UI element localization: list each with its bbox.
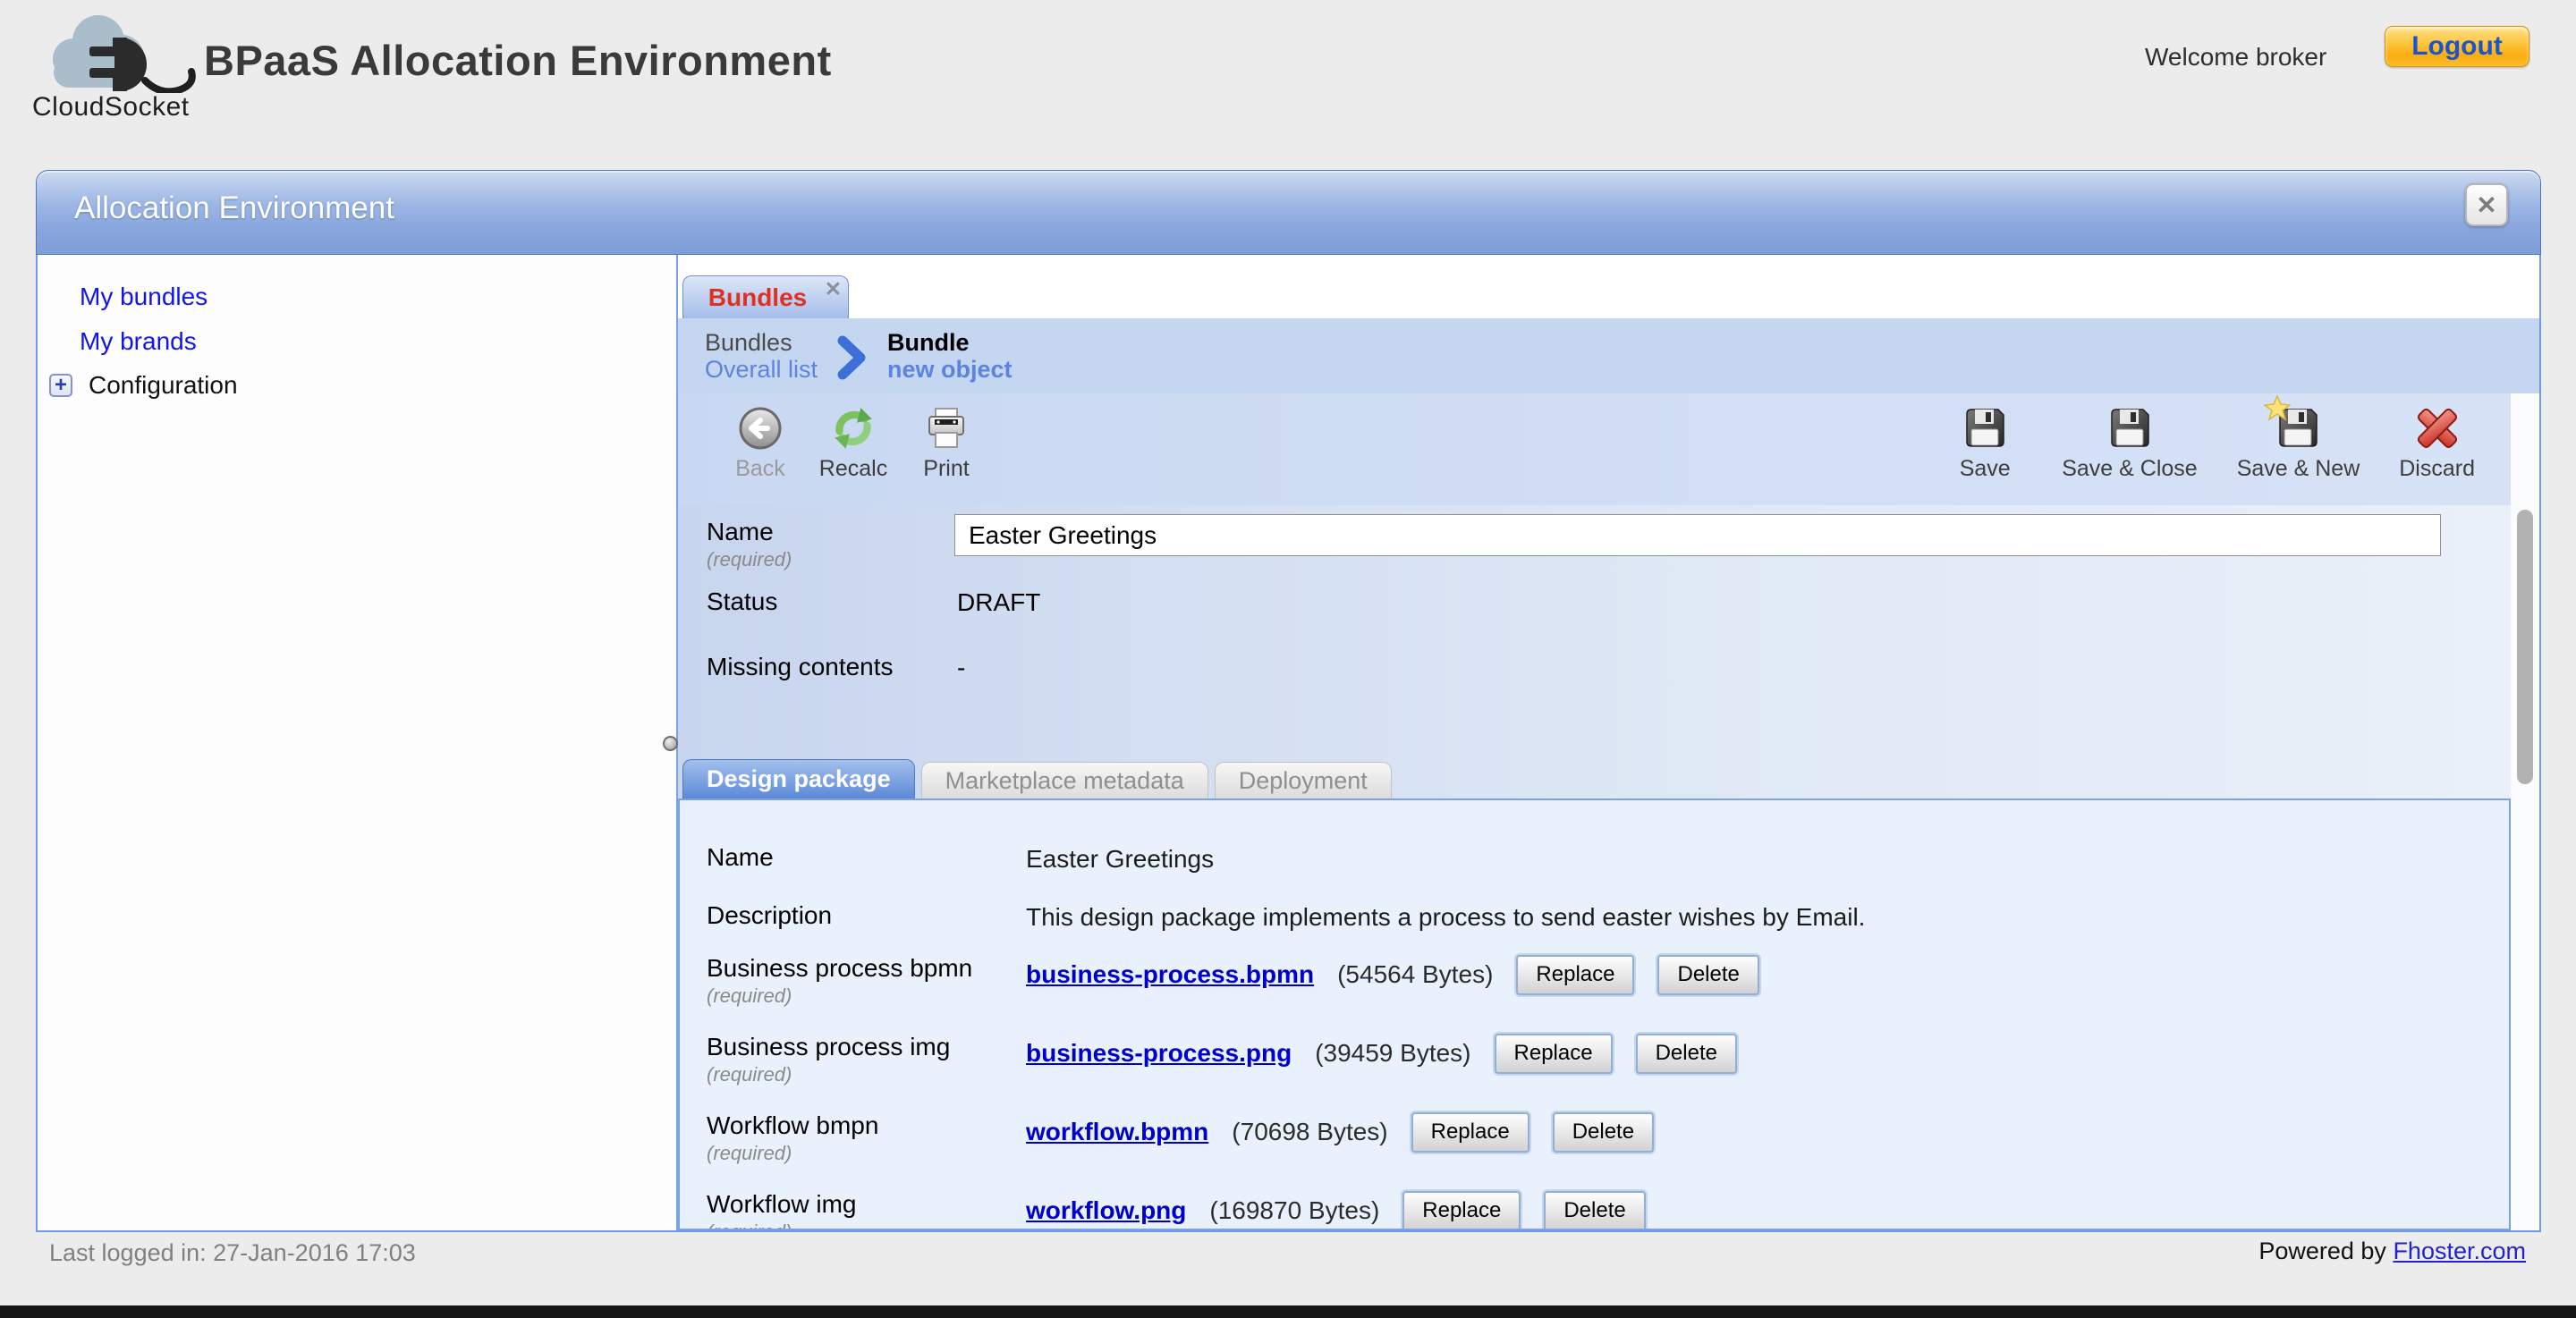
recalc-button[interactable]: Recalc xyxy=(807,402,900,505)
content-left: Back xyxy=(678,393,2511,1230)
powered-by: Powered by Fhoster.com xyxy=(2258,1238,2526,1265)
new-star-icon xyxy=(2264,395,2291,422)
footer: Last logged in: 27-Jan-2016 17:03 Powere… xyxy=(0,1232,2576,1318)
toolbar: Back xyxy=(678,393,2511,505)
scrollbar-thumb[interactable] xyxy=(2517,510,2533,784)
sidebar-item-my-brands[interactable]: My brands xyxy=(38,319,676,364)
name-label: Name xyxy=(707,518,774,546)
tab-marketplace-metadata[interactable]: Marketplace metadata xyxy=(921,762,1208,798)
close-icon: ✕ xyxy=(2476,190,2496,220)
back-button[interactable]: Back xyxy=(714,402,807,505)
print-icon xyxy=(923,405,970,452)
save-close-button[interactable]: Save & Close xyxy=(2053,402,2206,505)
delete-button[interactable]: Delete xyxy=(1657,955,1758,995)
breadcrumb: Bundles Overall list Bundle new object xyxy=(678,318,2539,393)
content-main-row: Back xyxy=(678,393,2539,1230)
cloud-plug-icon xyxy=(27,7,210,93)
delete-button[interactable]: Delete xyxy=(1636,1034,1737,1074)
breadcrumb-bundles: Bundles xyxy=(705,329,818,356)
content-area: Bundles ✕ Bundles Overall list Bundle xyxy=(676,255,2539,1230)
configuration-label: Configuration xyxy=(89,371,238,400)
expand-plus-icon[interactable]: + xyxy=(49,374,72,397)
window-titlebar: Allocation Environment ✕ xyxy=(36,170,2541,255)
breadcrumb-level-2: Bundle new object xyxy=(887,329,1013,383)
save-button[interactable]: Save xyxy=(1938,402,2031,505)
dp-file-row: Workflow bmpn (required) workflow.bpmn (… xyxy=(707,1111,2491,1165)
sidebar-resize-handle[interactable] xyxy=(663,736,678,751)
discard-icon xyxy=(2413,404,2462,452)
print-button[interactable]: Print xyxy=(900,402,993,505)
file-link[interactable]: business-process.png xyxy=(1026,1039,1292,1068)
tab-design-package[interactable]: Design package xyxy=(682,759,915,798)
file-link[interactable]: business-process.bpmn xyxy=(1026,960,1314,989)
toolbar-actions: Save xyxy=(1938,402,2484,505)
fhoster-link[interactable]: Fhoster.com xyxy=(2393,1238,2526,1264)
breadcrumb-level-1: Bundles Overall list xyxy=(705,329,818,383)
sidebar-item-my-bundles[interactable]: My bundles xyxy=(38,275,676,319)
breadcrumb-new-object: new object xyxy=(887,356,1013,383)
sidebar: My bundles My brands + Configuration xyxy=(38,255,676,1230)
file-size: (39459 Bytes) xyxy=(1315,1039,1470,1068)
tab-bundles-label: Bundles xyxy=(708,283,807,312)
last-login-text: Last logged in: 27-Jan-2016 17:03 xyxy=(49,1239,416,1267)
dp-file-row: Business process bpmn (required) busines… xyxy=(707,954,2491,1008)
dp-description-label: Description xyxy=(707,901,1026,930)
bottom-bar xyxy=(0,1305,2576,1318)
recalc-icon xyxy=(829,404,877,452)
file-link[interactable]: workflow.png xyxy=(1026,1196,1186,1225)
tab-bundles[interactable]: Bundles ✕ xyxy=(682,275,849,318)
tab-bar: Bundles ✕ xyxy=(678,255,2539,318)
vertical-scrollbar[interactable] xyxy=(2511,393,2539,1230)
design-package-panel: Name Easter Greetings Description This d… xyxy=(678,798,2511,1230)
file-link[interactable]: workflow.bpmn xyxy=(1026,1118,1208,1146)
file-size: (169870 Bytes) xyxy=(1209,1196,1379,1225)
detail-tab-bar: Design package Marketplace metadata Depl… xyxy=(678,754,2511,798)
page-title: BPaaS Allocation Environment xyxy=(204,36,832,85)
replace-button[interactable]: Replace xyxy=(1516,955,1634,995)
delete-button[interactable]: Delete xyxy=(1553,1112,1654,1153)
tab-deployment[interactable]: Deployment xyxy=(1215,762,1392,798)
window-close-button[interactable]: ✕ xyxy=(2465,183,2508,226)
bundle-form: Name (required) Status DRAFT Missing con… xyxy=(678,505,2511,754)
dp-name-value: Easter Greetings xyxy=(1026,843,2491,875)
dp-name-row: Name Easter Greetings xyxy=(707,843,2491,875)
name-required-label: (required) xyxy=(707,548,792,571)
replace-button[interactable]: Replace xyxy=(1402,1191,1521,1231)
status-label: Status xyxy=(707,587,777,616)
cloudsocket-logo: CloudSocket xyxy=(27,7,224,123)
name-input[interactable] xyxy=(954,514,2441,556)
logo-wordmark: CloudSocket xyxy=(32,92,224,123)
file-size: (70698 Bytes) xyxy=(1232,1118,1387,1146)
save-new-button[interactable]: Save & New xyxy=(2228,402,2369,505)
dp-file-row: Business process img (required) business… xyxy=(707,1033,2491,1086)
top-header: CloudSocket BPaaS Allocation Environment… xyxy=(0,0,2576,170)
dp-file-row: Workflow img (required) workflow.png (16… xyxy=(707,1190,2491,1230)
sidebar-item-configuration[interactable]: + Configuration xyxy=(38,364,676,407)
status-value: DRAFT xyxy=(957,588,1040,617)
replace-button[interactable]: Replace xyxy=(1495,1034,1613,1074)
breadcrumb-bundle: Bundle xyxy=(887,329,1013,356)
logout-button[interactable]: Logout xyxy=(2385,26,2529,67)
allocation-window: Allocation Environment ✕ My bundles My b… xyxy=(36,170,2541,1232)
delete-button[interactable]: Delete xyxy=(1544,1191,1645,1231)
missing-contents-label: Missing contents xyxy=(707,653,894,681)
dp-description-value: This design package implements a process… xyxy=(1026,901,2491,934)
back-icon xyxy=(737,405,784,452)
dp-name-label: Name xyxy=(707,843,1026,872)
replace-button[interactable]: Replace xyxy=(1411,1112,1530,1153)
window-body: My bundles My brands + Configuration Bun… xyxy=(36,255,2541,1232)
discard-button[interactable]: Discard xyxy=(2390,402,2484,505)
dp-description-row: Description This design package implemen… xyxy=(707,901,2491,934)
breadcrumb-arrow-icon xyxy=(837,335,868,380)
file-size: (54564 Bytes) xyxy=(1337,960,1493,989)
window-title: Allocation Environment xyxy=(74,190,394,226)
missing-contents-value: - xyxy=(957,654,965,682)
save-icon xyxy=(1962,405,2008,452)
save-close-icon xyxy=(2106,405,2153,452)
tab-close-icon[interactable]: ✕ xyxy=(825,277,842,301)
welcome-text: Welcome broker xyxy=(2145,43,2326,72)
breadcrumb-overall-list-link[interactable]: Overall list xyxy=(705,356,818,383)
